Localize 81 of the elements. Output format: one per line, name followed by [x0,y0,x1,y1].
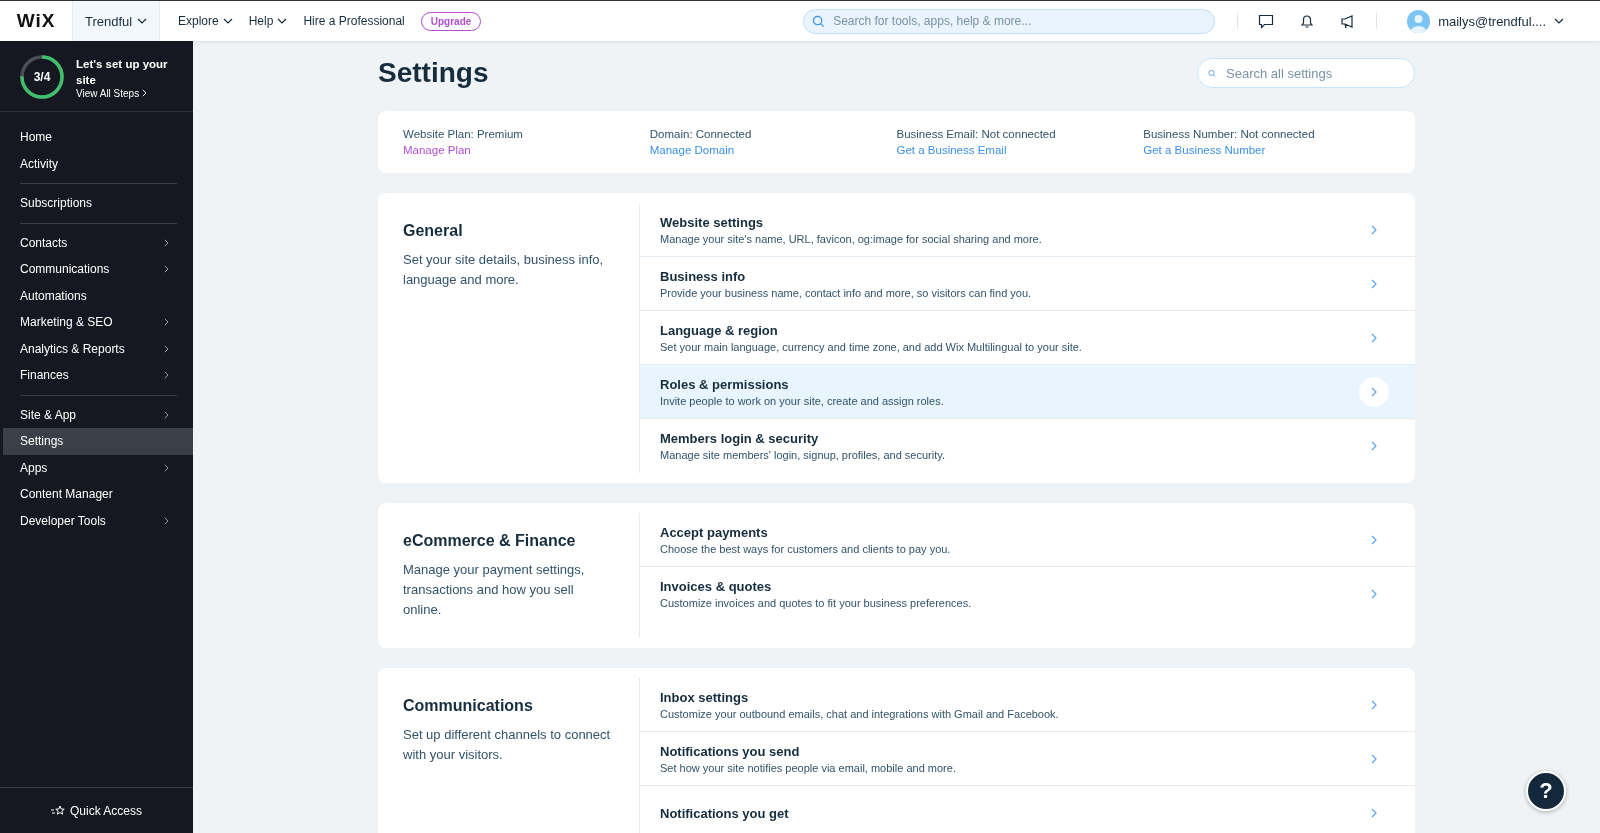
avatar-icon [1407,9,1431,33]
sidebar-item[interactable]: Finances [3,362,193,389]
star-icon [51,804,65,817]
sidebar-item[interactable]: Content Manager [3,481,193,508]
row-title: Accept payments [660,524,769,540]
site-selector[interactable]: Trendful [72,1,160,41]
row-title: Notifications you get [660,805,789,821]
row-title: Members login & security [660,431,820,446]
top-menu-item[interactable]: Explore [170,14,241,28]
row-description: Provide your business name, contact info and more, so visitors can find you. [660,286,1032,299]
page-title: Settings [378,57,489,89]
chevron-right-icon [1371,386,1377,397]
chevron-right-icon [1371,224,1377,235]
settings-row[interactable]: Roles & permissions Invite people to work on your site, create and assign roles. [640,365,1415,419]
sidebar-item[interactable]: Automations [3,282,193,309]
row-description: Manage your site's name, URL, favicon, og:image for social sharing and more. [660,232,1042,245]
wix-logo[interactable]: WiX [0,10,72,32]
sidebar-item[interactable]: Communications [3,256,193,283]
top-menu-item[interactable]: Hire a Professional [295,14,413,28]
settings-search-bar[interactable]: Search all settings [1197,58,1415,88]
row-description: Set how your site notifies people via email, mobile and more. [660,761,956,774]
chevron-down-icon [137,18,147,24]
row-description: Manage site members' login, signup, profiles, and security. [660,449,945,461]
chevron-right-icon [1371,699,1377,710]
summary-label: Domain: Connected [649,127,753,142]
view-steps-link[interactable]: View All Steps [76,87,176,99]
row-title: Business info [660,268,747,284]
chevron-right-icon [1371,753,1377,764]
row-description: Customize invoices and quotes to fit your business preferences. [660,597,972,609]
row-title: Roles & permissions [660,376,790,392]
progress-text: 3/4 [33,70,51,84]
sidebar-item[interactable]: Apps [3,454,193,481]
section-description: Manage your payment settings, transactions and how you sell online. [403,561,586,619]
sidebar-item[interactable]: Contacts [3,229,193,256]
chevron-right-icon [1371,589,1377,599]
chevron-right-icon [142,89,147,97]
row-description: Set your main language, currency and time zone, and add Wix Multilingual to your site. [660,340,1082,353]
chevron-right-icon [1371,332,1377,343]
summary-link[interactable]: Get a Business Number [1143,142,1390,158]
summary-label: Website Plan: Premium [403,127,524,142]
summary-label: Business Number: Not connected [1143,127,1316,142]
sidebar-item[interactable]: Site & App [3,401,193,428]
summary-link[interactable]: Manage Domain [649,142,897,158]
search-bar[interactable]: Search for tools, apps, help & more... [803,8,1216,34]
summary-label: Business Email: Not connected [896,127,1057,142]
sidebar-item[interactable]: Developer Tools [3,507,193,534]
sidebar-item[interactable]: Home [3,124,193,151]
search-field[interactable]: Search for tools, apps, help & more... [831,13,1207,29]
setup-title: Let's set up your site [76,56,169,88]
summary-link[interactable]: Get a Business Email [896,142,1144,158]
sidebar-item[interactable]: Subscriptions [3,190,193,217]
upgrade-button[interactable]: Upgrade [420,11,482,31]
row-description: Choose the best ways for customers and clients to pay you. [660,542,951,555]
row-title: Language & region [660,322,779,338]
settings-search-field[interactable]: Search all settings [1224,64,1404,82]
top-menu-item[interactable]: Help [240,14,296,28]
sidebar-item[interactable]: Marketing & SEO [3,309,193,336]
chevron-right-icon [1371,278,1377,289]
section-description: Set your site details, business info, language and more. [403,251,605,289]
chevron-down-icon [1554,18,1564,24]
sidebar-item[interactable]: Activity [3,150,193,177]
row-description: Customize your outbound emails, chat and integrations with Gmail and Facebook. [660,707,1059,720]
account-menu[interactable]: mailys@trendful.... [1401,8,1570,34]
row-description: Invite people to work on your site, create and assign roles. [660,394,944,407]
section-title: General [403,222,464,240]
sidebar-item[interactable]: Analytics & Reports [3,335,193,362]
search-icon [812,14,826,28]
section-title: eCommerce & Finance [403,532,577,550]
chevron-right-icon [1371,808,1377,818]
row-title: Invoices & quotes [660,579,773,594]
sidebar-item[interactable]: Settings [3,428,193,455]
row-title: Notifications you send [660,743,801,759]
row-title: Inbox settings [660,689,750,705]
section-title: Communications [403,697,534,715]
summary-link[interactable]: Manage Plan [403,142,650,158]
section-description: Set up different channels to connect with your visitors. [403,726,612,764]
help-button[interactable]: ? [1526,771,1566,811]
chevron-right-icon [1371,441,1377,451]
quick-access-button[interactable]: Quick Access [0,787,193,833]
row-title: Website settings [660,214,765,230]
chevron-right-icon [1371,534,1377,545]
